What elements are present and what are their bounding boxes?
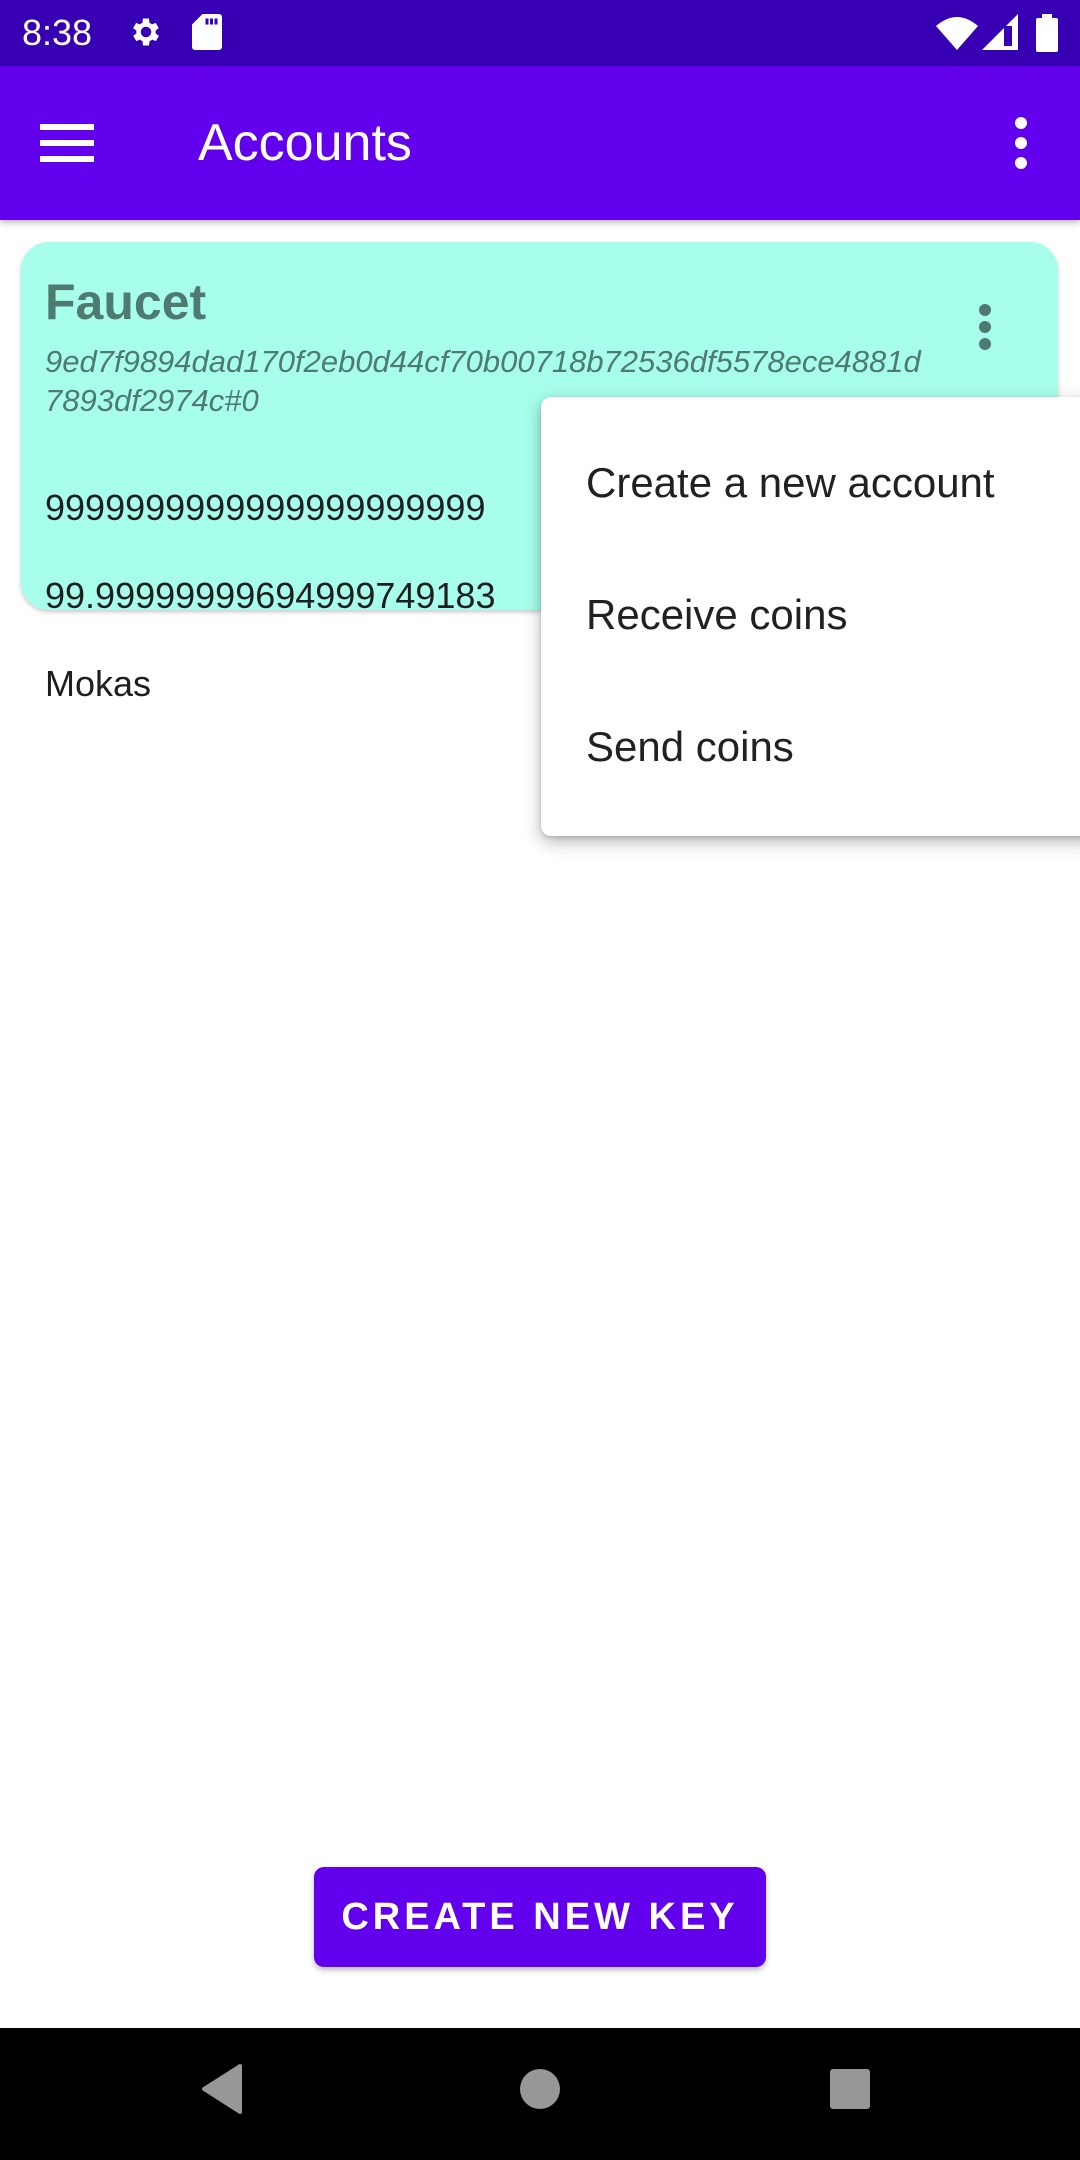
back-button[interactable] bbox=[200, 2064, 260, 2124]
status-bar: 8:38 bbox=[0, 0, 1080, 66]
status-time: 8:38 bbox=[22, 12, 93, 53]
back-icon bbox=[200, 2064, 244, 2118]
menu-item-receive-coins[interactable]: Receive coins bbox=[541, 549, 1080, 681]
wifi-icon bbox=[936, 16, 978, 55]
cell-signal-icon bbox=[982, 14, 1018, 55]
battery-icon bbox=[1036, 14, 1058, 57]
page-title: Accounts bbox=[198, 114, 412, 172]
system-nav-bar bbox=[0, 2028, 1080, 2160]
account-name: Faucet bbox=[45, 274, 207, 330]
popup-menu: Create a new account Receive coins Send … bbox=[541, 397, 1080, 836]
overflow-menu-button[interactable] bbox=[996, 112, 1046, 174]
app-bar: Accounts bbox=[0, 66, 1080, 220]
home-button[interactable] bbox=[518, 2064, 578, 2124]
recents-button[interactable] bbox=[828, 2064, 888, 2124]
sd-card-icon bbox=[192, 14, 222, 55]
account-card-menu-button[interactable] bbox=[967, 300, 1003, 360]
menu-item-create-account[interactable]: Create a new account bbox=[541, 417, 1080, 549]
recents-icon bbox=[828, 2069, 872, 2118]
more-vert-icon bbox=[996, 117, 1046, 178]
more-vert-icon bbox=[967, 304, 1003, 364]
create-new-key-button[interactable]: CREATE NEW KEY bbox=[314, 1867, 766, 1967]
home-icon bbox=[518, 2069, 562, 2118]
hamburger-menu-icon bbox=[40, 124, 94, 174]
menu-item-send-coins[interactable]: Send coins bbox=[541, 681, 1080, 813]
hamburger-menu-button[interactable] bbox=[40, 116, 114, 170]
gear-icon bbox=[128, 14, 164, 55]
